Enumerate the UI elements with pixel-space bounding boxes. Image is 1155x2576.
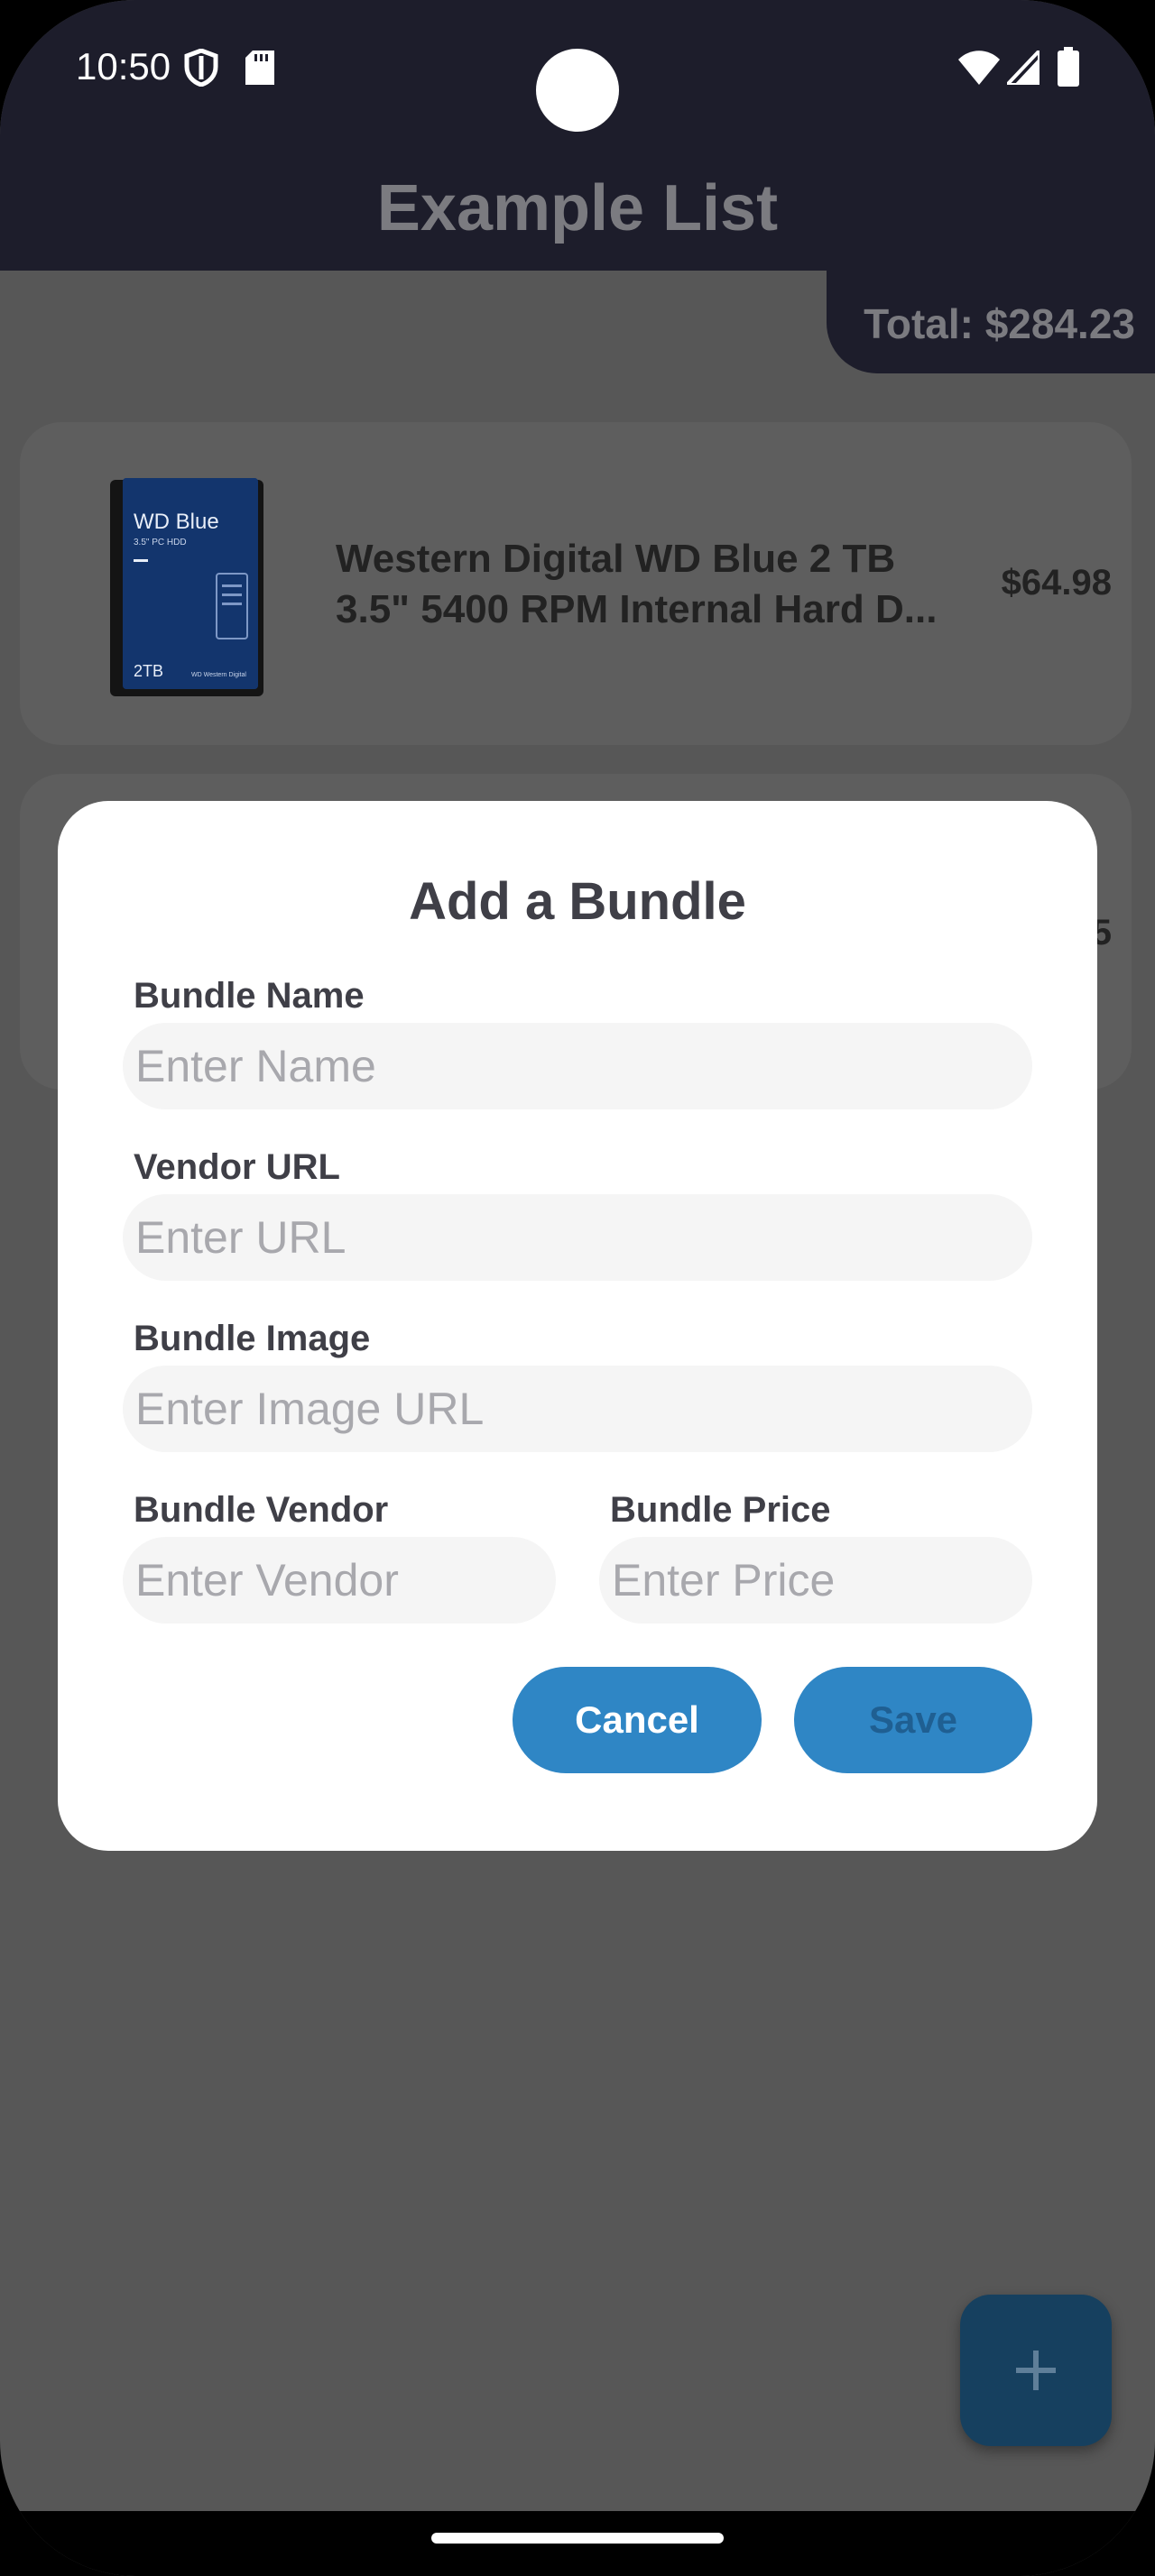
item-price: $64.98 bbox=[1001, 563, 1112, 603]
battery-icon bbox=[1058, 47, 1079, 87]
bundle-name-label: Bundle Name bbox=[134, 976, 365, 1016]
wifi-icon bbox=[958, 51, 1000, 85]
image-spec-text: 3.5" PC HDD bbox=[134, 538, 187, 547]
add-bundle-fab[interactable] bbox=[960, 2295, 1112, 2446]
bundle-price-label: Bundle Price bbox=[610, 1490, 831, 1530]
cancel-button[interactable]: Cancel bbox=[513, 1667, 762, 1773]
save-button[interactable]: Save bbox=[794, 1667, 1032, 1773]
item-name-line-2: 3.5" 5400 RPM Internal Hard D... bbox=[336, 587, 938, 631]
image-capacity-text: 2TB bbox=[134, 662, 163, 680]
item-name: Western Digital WD Blue 2 TB 3.5" 5400 R… bbox=[336, 534, 985, 635]
vendor-url-input[interactable] bbox=[123, 1194, 1032, 1281]
item-name-line-1: Western Digital WD Blue 2 TB bbox=[336, 537, 896, 581]
front-camera bbox=[536, 49, 619, 132]
add-bundle-dialog: Add a Bundle Bundle Name Vendor URL Bund… bbox=[58, 801, 1097, 1851]
bundle-name-input[interactable] bbox=[123, 1023, 1032, 1109]
bundle-vendor-input[interactable] bbox=[123, 1537, 556, 1624]
sd-card-icon bbox=[245, 51, 274, 85]
list-item[interactable]: WD Blue 3.5" PC HDD 2TB WD Western Digit… bbox=[20, 422, 1132, 745]
bundle-image-label: Bundle Image bbox=[134, 1319, 371, 1358]
status-time: 10:50 bbox=[76, 45, 171, 87]
image-brand-text: WD Blue bbox=[134, 510, 219, 534]
hard-drive-image: WD Blue 3.5" PC HDD 2TB WD Western Digit… bbox=[110, 478, 263, 696]
dialog-title: Add a Bundle bbox=[409, 872, 746, 931]
signal-icon bbox=[1007, 51, 1040, 85]
screen: 10:50 Example List Total: $284.23 WD Blu… bbox=[0, 0, 1155, 2576]
home-indicator[interactable] bbox=[431, 2533, 724, 2544]
bundle-image-input[interactable] bbox=[123, 1366, 1032, 1452]
plus-icon bbox=[1016, 2351, 1056, 2390]
image-maker-text: WD Western Digital bbox=[191, 672, 246, 678]
system-nav-bar bbox=[0, 2511, 1155, 2576]
bundle-price-input[interactable] bbox=[599, 1537, 1032, 1624]
total-amount: Total: $284.23 bbox=[864, 300, 1135, 347]
bundle-vendor-label: Bundle Vendor bbox=[134, 1490, 389, 1530]
total-badge: Total: $284.23 bbox=[826, 216, 1155, 373]
vendor-url-label: Vendor URL bbox=[134, 1147, 340, 1187]
shield-icon bbox=[184, 49, 218, 87]
